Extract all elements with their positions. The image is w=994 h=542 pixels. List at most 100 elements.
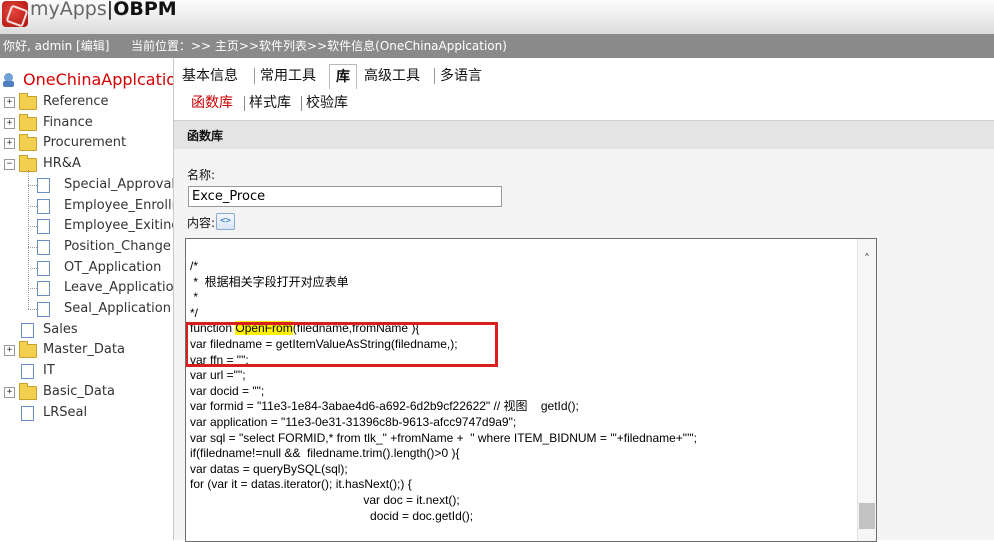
scroll-up-icon[interactable]: ˄ [860,253,874,267]
tree-item-label: HR&A [43,156,81,172]
subtab-1[interactable]: 函数库 [191,92,233,114]
folder-icon [19,134,37,152]
tree-item-label: Special_Approval [64,176,174,192]
tree-item-master-data[interactable]: + Master_Data [0,340,173,360]
tree-item-label: Employee_Enrollm [64,197,174,213]
tree-item-employee-exiting[interactable]: Employee_Exiting [0,216,173,236]
expand-icon[interactable]: + [4,138,15,150]
expand-icon[interactable]: + [4,345,15,357]
document-icon [21,364,34,380]
tree-item-label: OT_Application [64,259,162,275]
code-line: var datas = queryBySQL(sql); [190,461,348,476]
info-bar: 你好, admin [编辑] 当前位置：>> 主页>>软件列表>>软件信息(On… [0,34,994,58]
code-line: var formid = "11e3-1e84-3abae4d6-a692-6d… [190,399,579,414]
section-header: 函数库 [174,120,994,150]
name-input[interactable] [188,186,502,207]
tab-5[interactable]: 多语言 [434,64,488,88]
tree-item-label: LRSeal [43,404,88,420]
code-line: var sql = "select FORMID,* from tlk_" +f… [190,430,697,445]
app-logo: myApps|OBPM [30,0,177,20]
subtab-separator [244,96,245,111]
logo-seal-icon [2,1,28,27]
tree-item-lrseal[interactable]: LRSeal [0,403,173,423]
tree-item-procurement[interactable]: + Procurement [0,133,173,153]
tab-2[interactable]: 常用工具 [254,64,322,88]
tree-connector-line [28,288,37,290]
code-editor[interactable]: /* * 根据相关字段打开对应表单 * */function OpenFrom(f… [185,238,877,542]
tree-connector-line [28,309,37,311]
code-line: var url =""; [190,368,246,383]
code-line: * 根据相关字段打开对应表单 [190,274,349,289]
document-icon [37,260,50,276]
tree-item-special-approval[interactable]: Special_Approval [0,175,173,195]
user-greeting[interactable]: 你好, admin [编辑] [3,34,109,58]
code-line: var application = "11e3-0e31-31396c8b-96… [190,414,517,429]
code-line: */ [190,305,199,320]
tree-item-label: Reference [43,94,109,109]
tree-item-it[interactable]: IT [0,361,173,381]
function-form: 名称: 内容: <> /* * 根据相关字段打开对应表单 **/function… [174,149,994,542]
section-title: 函数库 [187,129,224,143]
code-line: var docid = ""; [190,383,265,398]
folder-icon [19,93,37,110]
tree-item-label: Procurement [43,135,127,151]
callout-highlight-box [186,322,498,367]
application-icon [2,72,16,88]
tree-item-label: Basic_Data [43,383,115,399]
tree-connector-line [28,205,37,208]
document-icon [37,302,50,317]
tree-item-label: Employee_Exiting [64,218,174,234]
tree-item-label: IT [43,363,55,379]
expand-icon[interactable]: + [4,97,15,108]
code-line: var doc = it.next(); [190,492,460,507]
tree-item-leave-application[interactable]: Leave_Application [0,278,173,298]
tree-item-label: Master_Data [43,342,125,358]
tree-item-sales[interactable]: Sales [0,320,173,340]
expand-icon[interactable]: + [4,117,15,129]
tree-item-label: Leave_Application [64,280,174,296]
tree-item-label: Position_Change [64,238,171,254]
tree-item-hr-a[interactable]: − HR&A [0,154,173,174]
folder-icon [19,113,37,131]
document-icon [21,405,34,421]
tree-item-ot-application[interactable]: OT_Application [0,258,173,278]
subtab-3[interactable]: 校验库 [306,92,348,114]
content-label: 内容: [187,216,216,230]
tab-3[interactable]: 库 [329,64,357,89]
tree-item-label: Seal_Application [64,301,171,316]
tree-connector-line [28,226,37,228]
document-icon [37,219,50,235]
document-icon [37,198,50,214]
document-icon [21,322,34,338]
main-tabs: 基本信息 常用工具库高级工具 多语言 [174,64,994,89]
code-line: docid = doc.getId(); [190,508,474,523]
tree-item-position-change[interactable]: Position_Change [0,237,173,257]
tab-1[interactable]: 基本信息 [176,64,244,88]
tree-connector-line [28,267,37,270]
editor-toggle-icon[interactable]: <> [216,213,235,230]
tree-item-label: Sales [43,321,78,337]
expand-icon[interactable]: + [4,386,15,398]
editor-scrollbar[interactable]: ˄ [857,239,876,541]
folder-icon [19,382,37,400]
subtab-separator [301,96,302,111]
module-tree-sidebar: OneChinaApplcation + Reference + Finance + Pr… [0,58,174,540]
collapse-icon[interactable]: − [4,159,15,171]
tree-item-basic-data[interactable]: + Basic_Data [0,382,173,402]
tree-connector-line [28,246,37,249]
folder-icon [19,341,37,359]
breadcrumb[interactable]: 当前位置：>> 主页>>软件列表>>软件信息(OneChinaApplcatio… [131,34,507,58]
tree-item-seal-application[interactable]: Seal_Application [0,299,173,319]
tree-item-employee-enrollm[interactable]: Employee_Enrollm [0,196,173,216]
library-subtabs: 函数库 样式库 校验库 [174,92,994,114]
tree-item-finance[interactable]: + Finance [0,113,173,133]
code-line: /* [190,259,199,273]
tree-item-reference[interactable]: + Reference [0,92,173,112]
scroll-thumb[interactable] [859,503,875,529]
tab-4[interactable]: 高级工具 [358,64,426,88]
app-header: myApps|OBPM [0,0,994,34]
tree-root[interactable]: OneChinaApplcation [2,70,173,92]
subtab-2[interactable]: 样式库 [249,92,291,114]
tree-connector-line [28,184,37,187]
document-icon [37,281,50,297]
